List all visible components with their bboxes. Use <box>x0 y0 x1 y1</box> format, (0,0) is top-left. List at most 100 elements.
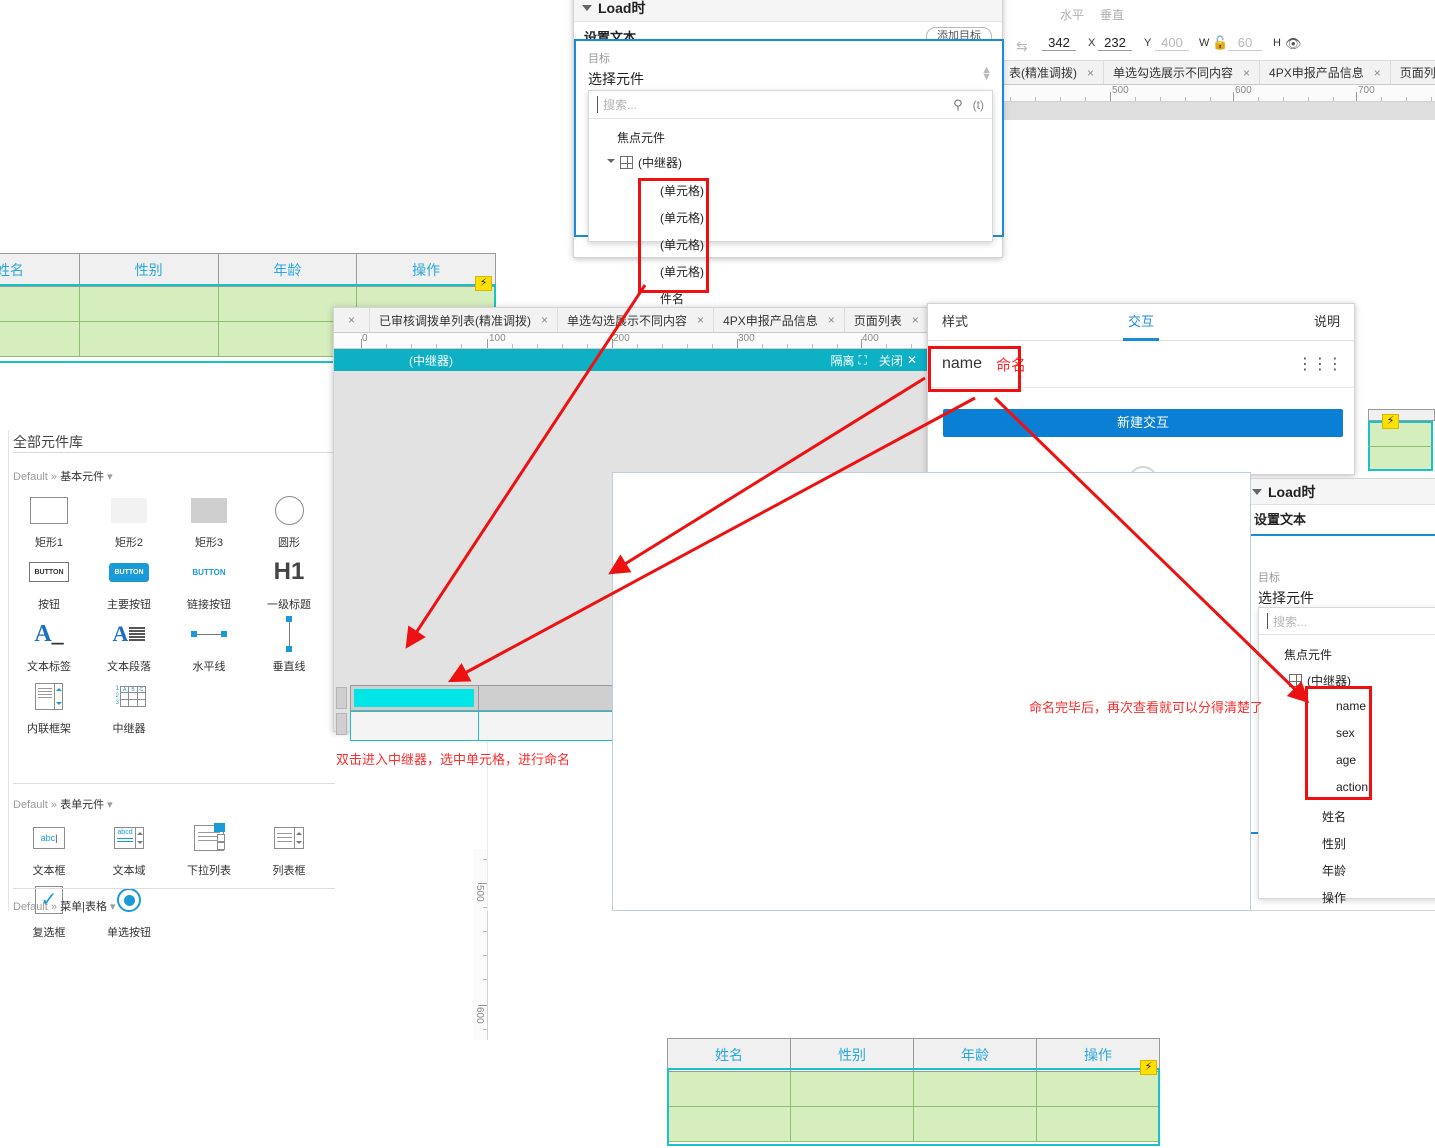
tab-2-close-icon[interactable]: × <box>1374 66 1381 80</box>
cell[interactable] <box>667 1106 791 1142</box>
col-header-1[interactable]: 性别 <box>790 1038 914 1072</box>
library-item-textarea[interactable]: abcd 文本域 <box>89 816 169 878</box>
interaction-bolt-icon[interactable]: ⚡ <box>1140 1060 1157 1075</box>
chevron-down-icon[interactable]: ▾ <box>107 471 113 483</box>
table-row[interactable] <box>667 1106 1160 1142</box>
y-value[interactable]: 232 <box>1098 35 1132 51</box>
cell[interactable] <box>913 1106 1037 1142</box>
isolate-button[interactable]: 隔离 ⛶ <box>831 352 867 369</box>
interaction-bolt-icon[interactable]: ⚡ <box>1382 414 1399 429</box>
library-item-dropdown[interactable]: 下拉列表 <box>169 816 249 878</box>
cell[interactable] <box>78 321 219 357</box>
mid-tab-2-close-icon[interactable]: × <box>828 313 835 327</box>
cell[interactable] <box>790 1071 914 1107</box>
repeater-cell-selected[interactable] <box>354 689 474 707</box>
col-header-1[interactable]: 性别 <box>78 253 219 287</box>
cell[interactable] <box>913 1071 1037 1107</box>
tree-after-0[interactable]: 姓名 <box>1322 808 1346 825</box>
library-item-vline[interactable]: 垂直线 <box>249 612 329 674</box>
cell[interactable] <box>667 1071 791 1107</box>
library-item-inline-frame[interactable]: 内联框架 <box>9 674 89 736</box>
cell[interactable] <box>0 321 80 357</box>
col-header-2[interactable]: 年龄 <box>217 253 358 287</box>
eye-icon[interactable]: 👁 <box>1285 36 1302 52</box>
tab-0-close-icon[interactable]: × <box>1087 66 1094 80</box>
library-item-h1[interactable]: H1 一级标题 <box>249 550 329 612</box>
library-item-listbox[interactable]: 列表框 <box>249 816 329 878</box>
load-event-bottom-header[interactable]: Load时 <box>1244 479 1435 505</box>
mid-tab-1[interactable]: 单选勾选展示不同内容 × <box>558 308 715 332</box>
tab-1-close-icon[interactable]: × <box>1243 66 1250 80</box>
col-header-2[interactable]: 年龄 <box>913 1038 1037 1072</box>
caret-down-icon[interactable] <box>582 4 592 11</box>
tab-1[interactable]: 单选勾选展示不同内容 × <box>1104 61 1261 84</box>
library-item-text-paragraph[interactable]: A 文本段落 <box>89 612 169 674</box>
caret-down-icon[interactable] <box>1252 488 1262 495</box>
mid-tab-0[interactable]: 已审核调拨单列表(精准调拨) × <box>370 308 559 332</box>
element-search-input-top[interactable]: 搜索... ⚲ (t) <box>589 91 992 119</box>
chevron-down-icon[interactable]: ▾ <box>107 799 113 811</box>
lock-open-icon[interactable]: 🔓 <box>1212 35 1228 51</box>
swap-icon[interactable]: ⇆ <box>1016 38 1028 55</box>
tab-scroll-close[interactable]: × <box>334 308 371 332</box>
library-item-rect2[interactable]: 矩形2 <box>89 488 169 550</box>
element-search-input-bottom[interactable]: 搜索... <box>1259 608 1435 635</box>
library-group-0-breadcrumb[interactable]: Default » 基本元件 ▾ <box>13 468 113 484</box>
tab-3[interactable]: 页面列表 <box>1391 61 1435 84</box>
tab-2[interactable]: 4PX申报产品信息 × <box>1260 61 1391 84</box>
library-item-textfield[interactable]: abc | 文本框 <box>9 816 89 878</box>
tab-interaction[interactable]: 交互 <box>1075 304 1208 340</box>
library-item-rect1[interactable]: 矩形1 <box>9 488 89 550</box>
library-item-circle[interactable]: 圆形 <box>249 488 329 550</box>
sliders-icon[interactable]: ⋮⋮⋮ <box>1297 354 1343 374</box>
h-value[interactable]: 60 <box>1228 35 1262 51</box>
align-vertical-label[interactable]: 垂直 <box>1100 6 1124 23</box>
w-value[interactable]: 400 <box>1155 35 1189 51</box>
target-value-top[interactable]: 选择元件 <box>588 69 644 89</box>
close-icon[interactable]: × <box>348 313 355 327</box>
library-item-rect3[interactable]: 矩形3 <box>169 488 249 550</box>
stepper-icon[interactable]: ▲ ▼ <box>981 65 992 83</box>
library-item-button[interactable]: BUTTON 按钮 <box>9 550 89 612</box>
library-item-link-button[interactable]: BUTTON 链接按钮 <box>169 550 249 612</box>
tab-notes[interactable]: 说明 <box>1207 304 1354 340</box>
tree-root-top[interactable]: (中继器) <box>607 154 682 171</box>
mid-tab-3[interactable]: 页面列表 × <box>845 308 929 332</box>
fx-label-top[interactable]: (t) <box>973 98 984 112</box>
library-item-primary-button[interactable]: BUTTON 主要按钮 <box>89 550 169 612</box>
mid-tab-2[interactable]: 4PX申报产品信息 × <box>714 308 845 332</box>
library-item-text-label[interactable]: A_ 文本标签 <box>9 612 89 674</box>
cell[interactable] <box>0 286 80 322</box>
library-group-1-breadcrumb[interactable]: Default » 表单元件 ▾ <box>13 796 113 812</box>
tab-0[interactable]: 表(精准调拨) × <box>1000 61 1105 84</box>
repeater-row-handle-0[interactable] <box>336 687 347 709</box>
col-header-0[interactable]: 姓名 <box>0 253 80 287</box>
col-header-0[interactable]: 姓名 <box>667 1038 791 1072</box>
library-item-repeater[interactable]: 123 A B C 中继器 <box>89 674 169 736</box>
search-icon[interactable]: ⚲ <box>953 97 963 113</box>
table-row[interactable] <box>667 1071 1160 1107</box>
tree-after-3[interactable]: 操作 <box>1322 889 1346 906</box>
x-value[interactable]: 342 <box>1042 35 1076 51</box>
mid-tab-3-close-icon[interactable]: × <box>912 313 919 327</box>
tab-style[interactable]: 样式 <box>928 304 1075 340</box>
cell[interactable] <box>78 286 219 322</box>
chevron-down-icon[interactable]: ▾ <box>110 901 116 913</box>
cell[interactable] <box>1036 1106 1160 1142</box>
align-horizontal-label[interactable]: 水平 <box>1060 6 1084 23</box>
cell[interactable] <box>790 1106 914 1142</box>
tree-after-2[interactable]: 年龄 <box>1322 862 1346 879</box>
new-interaction-button[interactable]: 新建交互 <box>943 409 1343 437</box>
tree-after-1[interactable]: 性别 <box>1322 835 1346 852</box>
library-item-hline[interactable]: 水平线 <box>169 612 249 674</box>
repeater-row-handle-1[interactable] <box>336 713 347 735</box>
interaction-bolt-icon[interactable]: ⚡ <box>475 276 492 291</box>
caret-down-icon[interactable] <box>607 158 615 167</box>
mid-tab-0-close-icon[interactable]: × <box>541 313 548 327</box>
mid-tab-1-close-icon[interactable]: × <box>697 313 704 327</box>
library-group-2-breadcrumb[interactable]: Default » 菜单|表格 ▾ <box>13 898 116 914</box>
target-value-bottom[interactable]: 选择元件 <box>1258 588 1314 608</box>
load-event-top-header[interactable]: Load时 <box>574 0 1002 22</box>
cell[interactable] <box>1036 1071 1160 1107</box>
close-button[interactable]: 关闭 ✕ <box>879 352 917 369</box>
